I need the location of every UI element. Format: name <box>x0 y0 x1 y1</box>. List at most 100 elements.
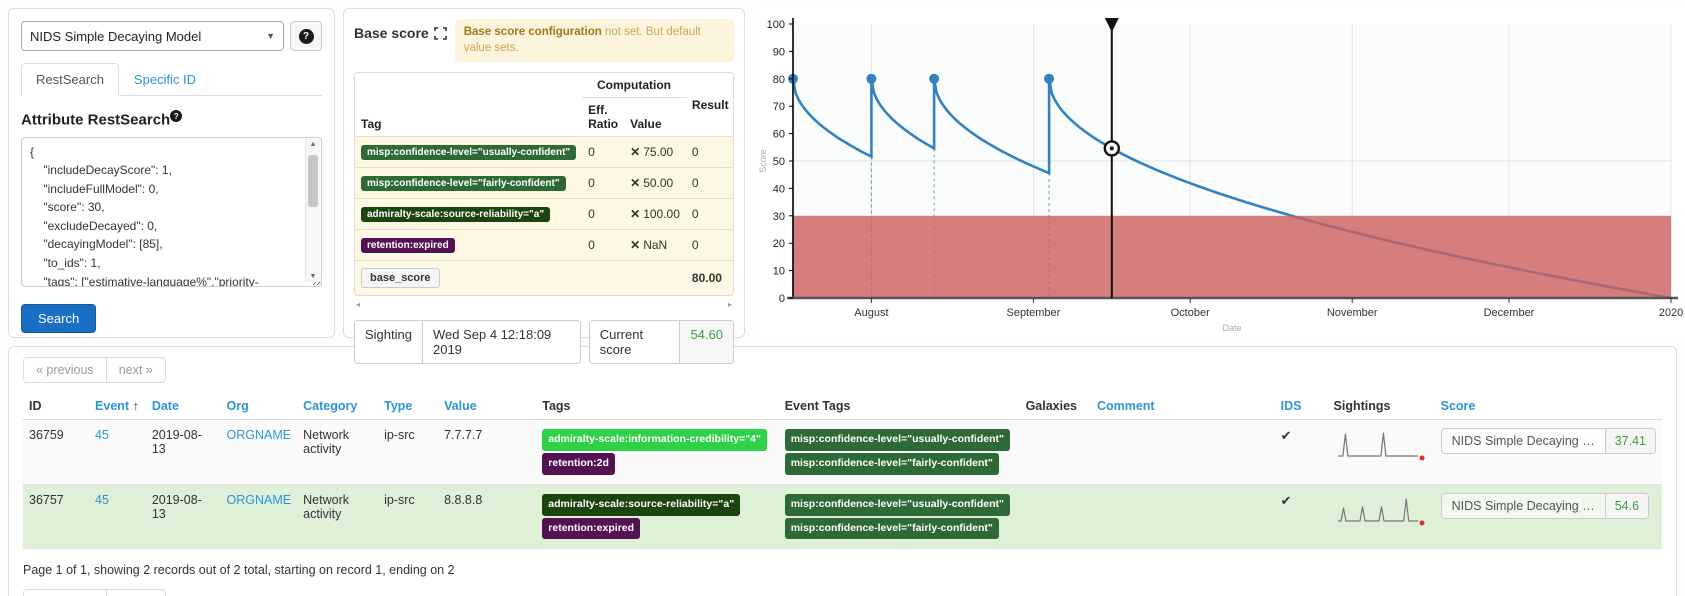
result-value: 0 <box>686 168 734 199</box>
column-header-type[interactable]: Type <box>378 393 438 420</box>
eff-ratio-value: 0 <box>582 168 624 199</box>
result-value: 0 <box>686 230 734 261</box>
cell-category: Network activity <box>297 420 378 485</box>
svg-text:October: October <box>1171 307 1210 319</box>
textarea-scrollbar[interactable]: ▲ ▼ <box>305 139 320 282</box>
restsearch-heading: Attribute RestSearch? <box>21 110 322 129</box>
next-page-button[interactable]: next » <box>106 357 166 383</box>
column-header-date[interactable]: Date <box>146 393 221 420</box>
cell-type: ip-src <box>378 484 438 549</box>
pager-top: « previous next » <box>23 357 166 383</box>
score-box: NIDS Simple Decaying … 54.6 <box>1441 493 1649 519</box>
svg-text:90: 90 <box>773 46 785 58</box>
current-score-value: 54.60 <box>679 321 733 363</box>
org-link[interactable]: ORGNAME <box>227 493 292 507</box>
ids-check-icon: ✔ <box>1275 484 1328 549</box>
restsearch-query-input[interactable]: { "includeDecayScore": 1, "includeFullMo… <box>21 137 322 287</box>
scroll-left-icon[interactable]: ◂ <box>356 300 360 309</box>
column-header-event-tags: Event Tags <box>779 393 1020 420</box>
column-header-value[interactable]: Value <box>438 393 536 420</box>
svg-text:20: 20 <box>773 238 785 250</box>
tab-restsearch[interactable]: RestSearch <box>21 63 119 96</box>
cell-comment <box>1091 420 1275 485</box>
tag-badge: admiralty-scale:source-reliability="a" <box>542 494 740 516</box>
svg-text:70: 70 <box>773 101 785 113</box>
sightings-sparkline <box>1334 493 1429 529</box>
multiply-icon: ✕ <box>630 176 640 190</box>
column-header-category[interactable]: Category <box>297 393 378 420</box>
previous-page-button[interactable]: « previous <box>23 357 106 383</box>
tab-specific-id[interactable]: Specific ID <box>119 63 211 96</box>
column-header-score[interactable]: Score <box>1435 393 1662 420</box>
sighting-dot <box>929 74 939 84</box>
svg-text:50: 50 <box>773 156 785 168</box>
cell-date: 2019-08-13 <box>146 420 221 485</box>
computation-value: ✕NaN <box>624 230 686 261</box>
scroll-right-icon[interactable]: ▸ <box>728 300 732 309</box>
base-score-total-row: base_score 80.00 <box>355 261 734 296</box>
multiply-icon: ✕ <box>630 238 640 252</box>
base-score-panel: Base score Base score configuration not … <box>343 8 745 338</box>
attribute-row: 36759 45 2019-08-13 ORGNAME Network acti… <box>23 420 1662 485</box>
eff-ratio-value: 0 <box>582 230 624 261</box>
svg-text:Date: Date <box>1222 323 1241 333</box>
svg-text:40: 40 <box>773 183 785 195</box>
score-model-name: NIDS Simple Decaying … <box>1442 494 1605 518</box>
base-score-row: misp:confidence-level="fairly-confident"… <box>355 168 734 199</box>
cell-comment <box>1091 484 1275 549</box>
tag-badge: misp:confidence-level="fairly-confident" <box>785 453 999 475</box>
results-table: IDEvent ↑DateOrgCategoryTypeValueTagsEve… <box>23 393 1662 549</box>
current-score-group: Current score 54.60 <box>589 320 734 364</box>
cell-date: 2019-08-13 <box>146 484 221 549</box>
decay-chart-panel: 0102030405060708090100AugustSeptemberOct… <box>753 8 1685 338</box>
model-select[interactable]: NIDS Simple Decaying Model ▼ <box>21 21 284 51</box>
cell-galaxies <box>1020 420 1091 485</box>
next-page-button[interactable]: next » <box>106 589 166 596</box>
tag-badge: misp:confidence-level="usually-confident… <box>785 494 1010 516</box>
cell-tags: admiralty-scale:source-reliability="a"re… <box>536 484 778 549</box>
expand-icon[interactable] <box>434 27 447 40</box>
help-button[interactable]: ? <box>290 21 322 51</box>
search-button[interactable]: Search <box>21 304 96 333</box>
scroll-down-icon[interactable]: ▼ <box>306 273 320 280</box>
previous-page-button[interactable]: « previous <box>23 589 106 596</box>
question-icon: ? <box>170 110 182 122</box>
column-header-comment[interactable]: Comment <box>1091 393 1275 420</box>
score-value: 54.6 <box>1605 494 1648 518</box>
sighting-dot <box>1044 74 1054 84</box>
column-header-ids[interactable]: IDS <box>1275 393 1328 420</box>
base-score-row: admiralty-scale:source-reliability="a" 0… <box>355 199 734 230</box>
results-panel: « previous next » IDEvent ↑DateOrgCatego… <box>8 346 1677 596</box>
results-header-row: IDEvent ↑DateOrgCategoryTypeValueTagsEve… <box>23 393 1662 420</box>
tab-bar: RestSearch Specific ID <box>21 63 322 96</box>
scroll-up-icon[interactable]: ▲ <box>306 141 320 148</box>
org-link[interactable]: ORGNAME <box>227 428 292 442</box>
eff-ratio-value: 0 <box>582 199 624 230</box>
base-score-warning: Base score configuration not set. But de… <box>455 19 734 62</box>
event-link[interactable]: 45 <box>95 428 109 442</box>
result-value: 0 <box>686 137 734 168</box>
svg-text:November: November <box>1327 307 1378 319</box>
tag-badge: admiralty-scale:information-credibility=… <box>542 429 767 451</box>
chevron-down-icon: ▼ <box>266 31 275 41</box>
cell-value: 7.7.7.7 <box>438 420 536 485</box>
question-icon: ? <box>299 29 314 44</box>
base-score-row: retention:expired 0 ✕NaN 0 <box>355 230 734 261</box>
tag-badge: misp:confidence-level="usually-confident… <box>785 429 1010 451</box>
sighting-dot <box>866 74 876 84</box>
base-score-badge: base_score <box>361 268 440 288</box>
tag-badge: misp:confidence-level="usually-confident… <box>361 145 576 160</box>
horizontal-scrollbar[interactable]: ◂ ▸ <box>354 298 734 310</box>
column-header-event[interactable]: Event ↑ <box>89 393 146 420</box>
score-box: NIDS Simple Decaying … 37.41 <box>1441 428 1656 454</box>
model-select-value: NIDS Simple Decaying Model <box>30 29 201 44</box>
cell-id: 36757 <box>23 484 89 549</box>
scrollbar-thumb[interactable] <box>308 155 318 207</box>
sighting-label: Sighting <box>355 321 422 363</box>
event-link[interactable]: 45 <box>95 493 109 507</box>
svg-text:30: 30 <box>773 211 785 223</box>
column-header-org[interactable]: Org <box>221 393 298 420</box>
tag-badge: retention:2d <box>542 453 615 475</box>
base-score-table: Tag Computation Result Eff. Ratio Value … <box>354 72 734 296</box>
svg-text:Score: Score <box>758 149 768 173</box>
